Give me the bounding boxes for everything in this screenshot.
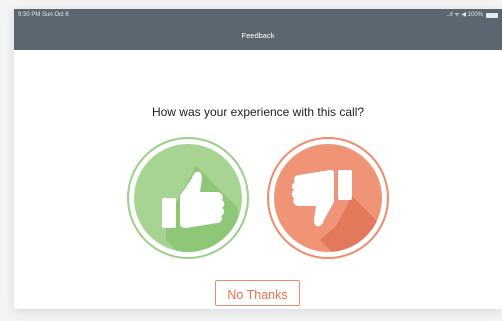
status-bar: 9:30 PM Sun Oct 6 ..ıl ᯤ ◀ 100% [14,9,502,21]
signal-wifi-indicators: ..ıl ᯤ ◀ 100% [446,12,483,18]
page-title: Feedback [241,31,275,40]
thumbs-up-button[interactable] [126,136,250,260]
nav-bar: Feedback [14,21,502,50]
status-time: 9:30 PM Sun Oct 6 [18,12,69,18]
thumbs-up-icon [127,137,249,259]
thumbs-down-button[interactable] [266,136,390,260]
no-thanks-button[interactable]: No Thanks [215,280,300,306]
thumbs-down-icon [267,137,389,259]
battery-icon [486,12,498,18]
app-window: 9:30 PM Sun Oct 6 ..ıl ᯤ ◀ 100% Feedback… [14,9,502,309]
feedback-question: How was your experience with this call? [151,105,365,119]
status-indicators: ..ıl ᯤ ◀ 100% [446,9,498,21]
